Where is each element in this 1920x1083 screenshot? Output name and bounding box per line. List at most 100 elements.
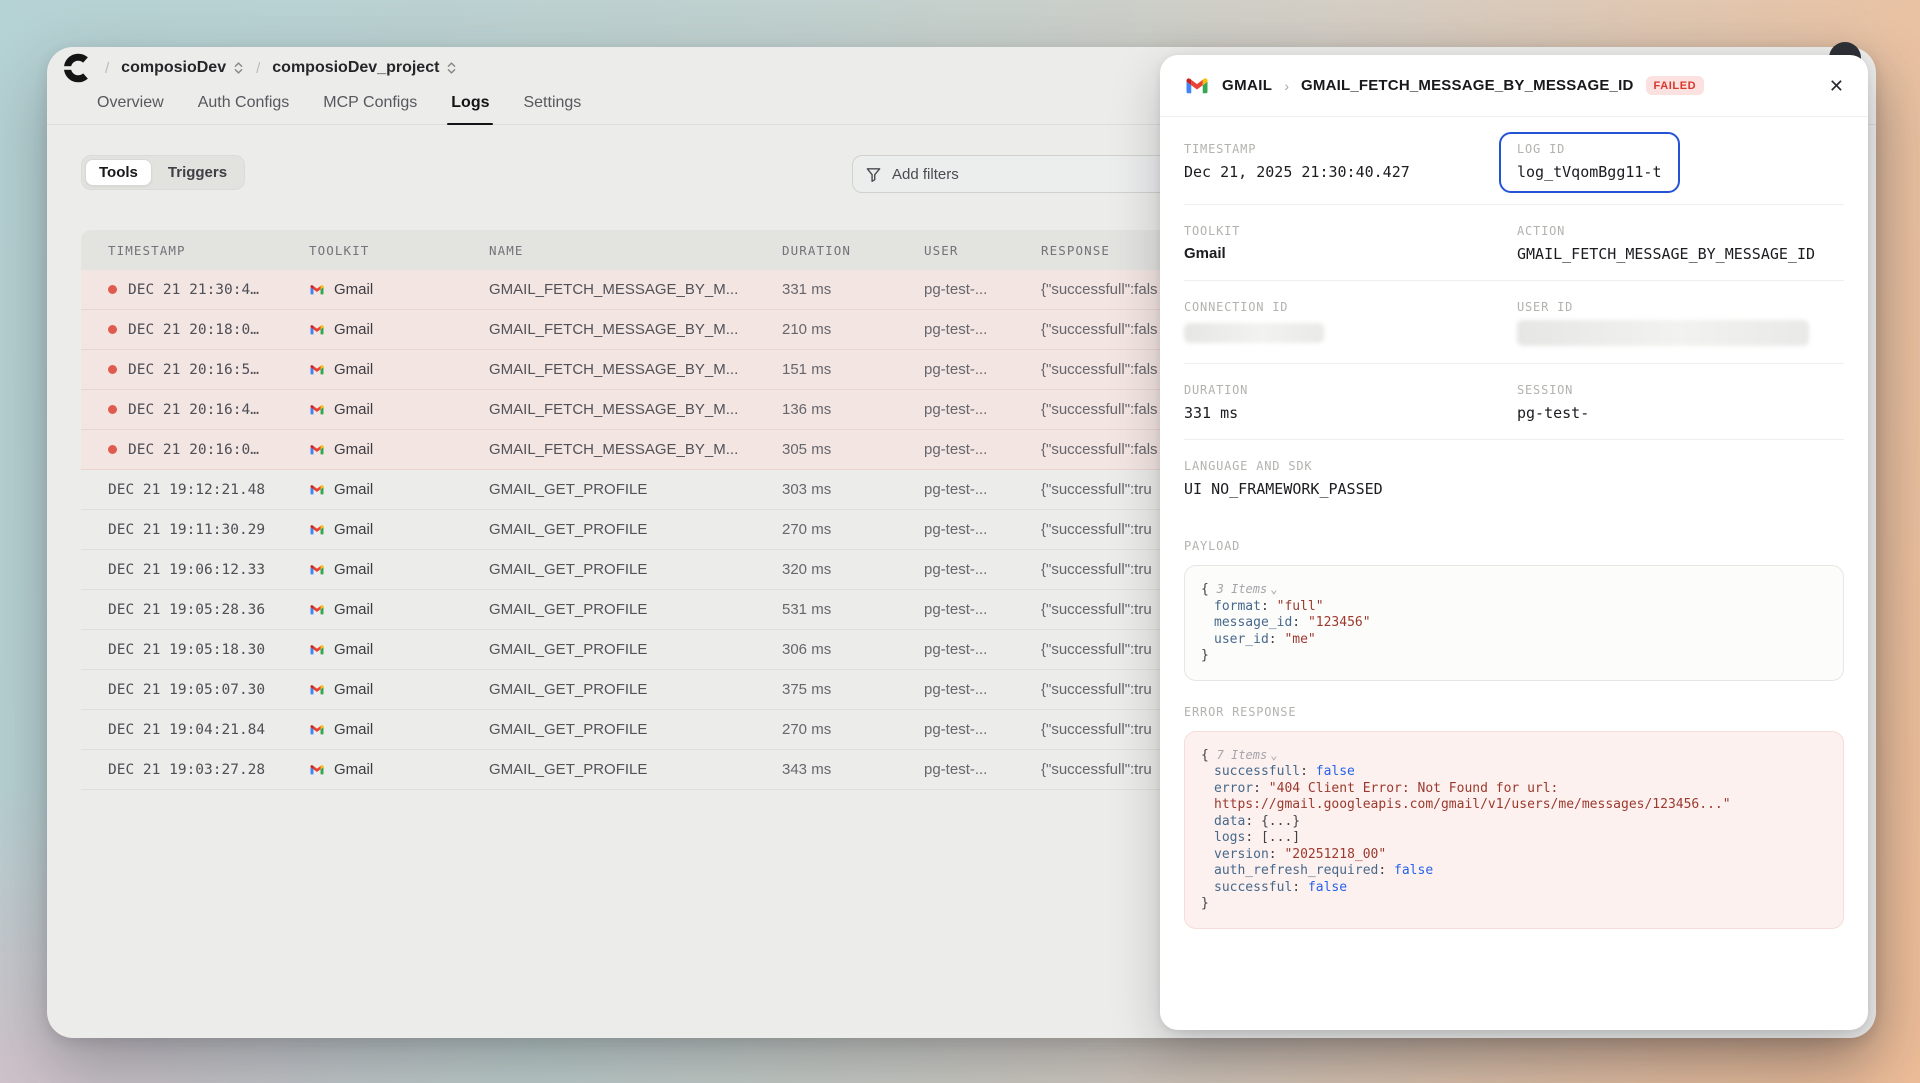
- row-toolkit: Gmail: [334, 641, 373, 658]
- row-toolkit: Gmail: [334, 681, 373, 698]
- row-response: {"successfull":tru: [1041, 641, 1173, 658]
- row-action-name: GMAIL_FETCH_MESSAGE_BY_M...: [489, 281, 782, 298]
- row-duration: 320 ms: [782, 561, 924, 578]
- failed-status-dot-icon: [108, 405, 117, 414]
- row-response: {"successfull":fals: [1041, 321, 1173, 338]
- failed-status-dot-icon: [108, 365, 117, 374]
- row-response: {"successfull":tru: [1041, 601, 1173, 618]
- row-timestamp: DEC 21 19:05:07.30: [108, 682, 265, 698]
- segment-tools[interactable]: Tools: [85, 159, 152, 186]
- detail-fields: TIMESTAMP Dec 21, 2025 21:30:40.427 LOG …: [1160, 117, 1868, 515]
- status-badge: FAILED: [1646, 76, 1705, 95]
- panel-toolkit-name: GMAIL: [1222, 77, 1272, 94]
- gmail-icon: [309, 483, 325, 496]
- field-value-timestamp: Dec 21, 2025 21:30:40.427: [1184, 163, 1517, 181]
- row-timestamp: DEC 21 19:04:21.84: [108, 722, 265, 738]
- row-action-name: GMAIL_GET_PROFILE: [489, 721, 782, 738]
- row-action-name: GMAIL_FETCH_MESSAGE_BY_M...: [489, 401, 782, 418]
- field-label-toolkit: TOOLKIT: [1184, 224, 1517, 238]
- row-timestamp: DEC 21 20:16:0…: [128, 442, 259, 458]
- field-label-user-id: USER ID: [1517, 300, 1844, 314]
- row-toolkit: Gmail: [334, 321, 373, 338]
- row-duration: 303 ms: [782, 481, 924, 498]
- row-response: {"successfull":tru: [1041, 521, 1173, 538]
- field-label-session: SESSION: [1517, 383, 1844, 397]
- col-header-response: RESPONSE: [1041, 243, 1173, 258]
- row-user: pg-test-...: [924, 481, 1041, 498]
- table-row[interactable]: DEC 21 20:16:0… Gmail GMAIL_FETCH_MESSAG…: [81, 430, 1173, 470]
- row-timestamp: DEC 21 20:16:4…: [128, 402, 259, 418]
- row-action-name: GMAIL_GET_PROFILE: [489, 481, 782, 498]
- detail-panel-header: GMAIL › GMAIL_FETCH_MESSAGE_BY_MESSAGE_I…: [1160, 55, 1868, 117]
- row-timestamp: DEC 21 19:11:30.29: [108, 522, 265, 538]
- table-row[interactable]: DEC 21 19:05:18.30 Gmail GMAIL_GET_PROFI…: [81, 630, 1173, 670]
- row-timestamp: DEC 21 21:30:4…: [128, 282, 259, 298]
- log-table-body: DEC 21 21:30:4… Gmail GMAIL_FETCH_MESSAG…: [81, 270, 1173, 790]
- tab-mcp-configs[interactable]: MCP Configs: [309, 94, 431, 124]
- row-user: pg-test-...: [924, 641, 1041, 658]
- composio-logo-icon[interactable]: [63, 53, 93, 83]
- col-header-timestamp: TIMESTAMP: [108, 243, 309, 258]
- error-response-section: ERROR RESPONSE { 7 Items⌄ successfull: f…: [1160, 705, 1868, 929]
- field-value-toolkit: Gmail: [1184, 245, 1517, 262]
- field-value-action: GMAIL_FETCH_MESSAGE_BY_MESSAGE_ID: [1517, 245, 1844, 263]
- logs-table: TIMESTAMP TOOLKIT NAME DURATION USER RES…: [81, 230, 1173, 790]
- close-icon[interactable]: ✕: [1829, 77, 1844, 95]
- table-row[interactable]: DEC 21 19:11:30.29 Gmail GMAIL_GET_PROFI…: [81, 510, 1173, 550]
- row-action-name: GMAIL_GET_PROFILE: [489, 681, 782, 698]
- row-user: pg-test-...: [924, 281, 1041, 298]
- failed-status-dot-icon: [108, 445, 117, 454]
- row-user: pg-test-...: [924, 321, 1041, 338]
- error-response-label: ERROR RESPONSE: [1184, 705, 1844, 719]
- gmail-icon: [309, 643, 325, 656]
- tab-settings[interactable]: Settings: [509, 94, 595, 124]
- log-id-focus-ring[interactable]: LOG ID log_tVqomBgg11-t: [1499, 132, 1680, 193]
- table-row[interactable]: DEC 21 19:05:07.30 Gmail GMAIL_GET_PROFI…: [81, 670, 1173, 710]
- row-action-name: GMAIL_FETCH_MESSAGE_BY_M...: [489, 321, 782, 338]
- items-count: 3 Items: [1217, 582, 1268, 596]
- project-selector-icon[interactable]: [446, 60, 457, 76]
- breadcrumb-org[interactable]: composioDev: [121, 59, 244, 77]
- row-user: pg-test-...: [924, 761, 1041, 778]
- table-row[interactable]: DEC 21 21:30:4… Gmail GMAIL_FETCH_MESSAG…: [81, 270, 1173, 310]
- table-row[interactable]: DEC 21 19:03:27.28 Gmail GMAIL_GET_PROFI…: [81, 750, 1173, 790]
- row-user: pg-test-...: [924, 721, 1041, 738]
- table-row[interactable]: DEC 21 20:16:5… Gmail GMAIL_FETCH_MESSAG…: [81, 350, 1173, 390]
- field-value-duration: 331 ms: [1184, 404, 1517, 422]
- add-filters-button[interactable]: Add filters: [852, 155, 1182, 193]
- row-duration: 305 ms: [782, 441, 924, 458]
- org-selector-icon[interactable]: [233, 60, 244, 76]
- row-response: {"successfull":fals: [1041, 281, 1173, 298]
- field-label-timestamp: TIMESTAMP: [1184, 142, 1517, 156]
- tab-logs[interactable]: Logs: [437, 94, 503, 124]
- breadcrumb-project[interactable]: composioDev_project: [272, 59, 457, 77]
- row-toolkit: Gmail: [334, 481, 373, 498]
- col-header-name: NAME: [489, 243, 782, 258]
- segment-triggers[interactable]: Triggers: [154, 159, 241, 186]
- gmail-icon: [309, 603, 325, 616]
- row-action-name: GMAIL_GET_PROFILE: [489, 641, 782, 658]
- col-header-duration: DURATION: [782, 243, 924, 258]
- field-value-log-id: log_tVqomBgg11-t: [1517, 163, 1662, 181]
- project-name: composioDev_project: [272, 59, 439, 77]
- row-duration: 270 ms: [782, 721, 924, 738]
- row-duration: 306 ms: [782, 641, 924, 658]
- gmail-icon: [309, 683, 325, 696]
- field-label-duration: DURATION: [1184, 383, 1517, 397]
- collapse-chevron-icon[interactable]: ⌄: [1270, 748, 1277, 762]
- row-user: pg-test-...: [924, 681, 1041, 698]
- table-row[interactable]: DEC 21 19:06:12.33 Gmail GMAIL_GET_PROFI…: [81, 550, 1173, 590]
- tab-overview[interactable]: Overview: [83, 94, 178, 124]
- breadcrumb-chevron-icon: ›: [1284, 78, 1289, 94]
- row-user: pg-test-...: [924, 521, 1041, 538]
- collapse-chevron-icon[interactable]: ⌄: [1270, 582, 1277, 596]
- table-row[interactable]: DEC 21 19:04:21.84 Gmail GMAIL_GET_PROFI…: [81, 710, 1173, 750]
- row-user: pg-test-...: [924, 401, 1041, 418]
- filter-funnel-icon: [865, 166, 882, 183]
- table-row[interactable]: DEC 21 19:12:21.48 Gmail GMAIL_GET_PROFI…: [81, 470, 1173, 510]
- table-row[interactable]: DEC 21 19:05:28.36 Gmail GMAIL_GET_PROFI…: [81, 590, 1173, 630]
- table-row[interactable]: DEC 21 20:18:0… Gmail GMAIL_FETCH_MESSAG…: [81, 310, 1173, 350]
- tab-auth-configs[interactable]: Auth Configs: [184, 94, 304, 124]
- gmail-icon: [309, 403, 325, 416]
- table-row[interactable]: DEC 21 20:16:4… Gmail GMAIL_FETCH_MESSAG…: [81, 390, 1173, 430]
